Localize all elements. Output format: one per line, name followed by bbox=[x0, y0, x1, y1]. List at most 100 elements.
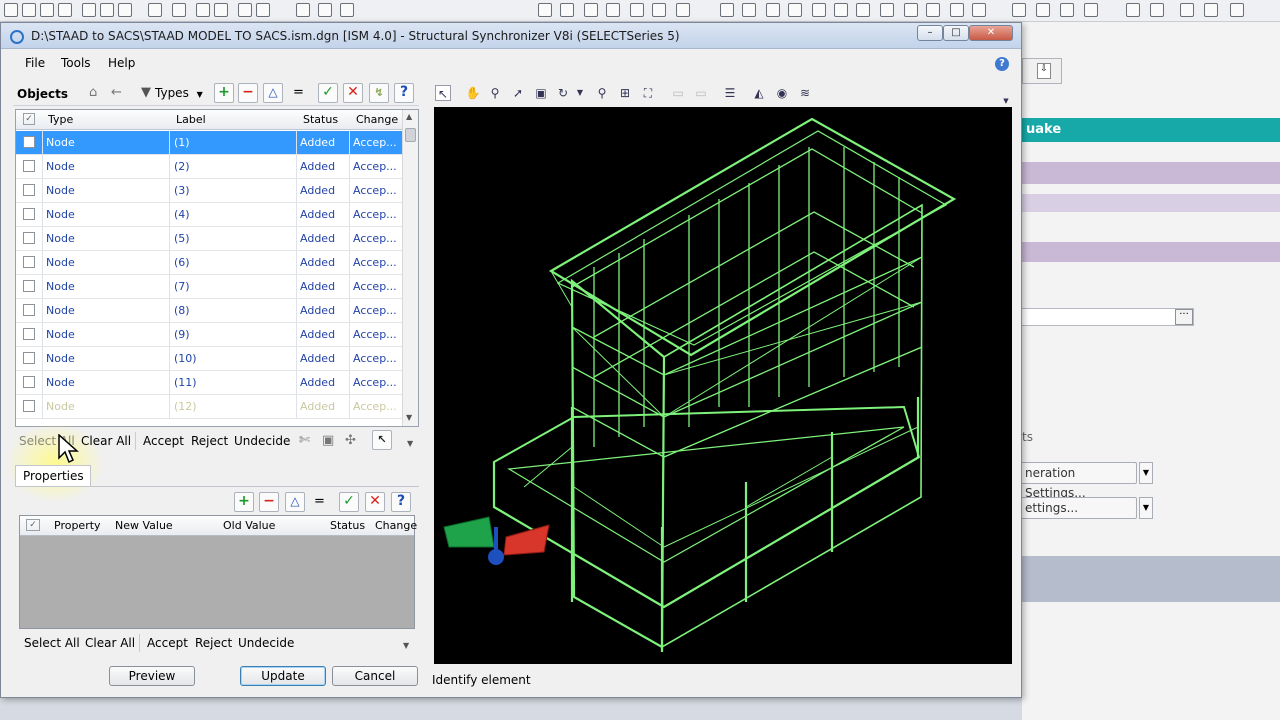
clear-all-link[interactable]: Clear All bbox=[81, 434, 131, 448]
column-old-value[interactable]: Old Value bbox=[223, 519, 275, 532]
scroll-thumb[interactable] bbox=[405, 128, 416, 142]
column-change[interactable]: Change bbox=[375, 519, 417, 532]
help-icon[interactable]: ? bbox=[995, 57, 1009, 71]
chevron-down-icon[interactable]: ▼ bbox=[1139, 462, 1153, 484]
table-row[interactable]: Node (3) Added Accep... bbox=[16, 179, 402, 203]
display-style-icon[interactable]: ☰ bbox=[722, 85, 738, 101]
beam-icon[interactable] bbox=[788, 3, 802, 17]
table-row[interactable]: Node (5) Added Accep... bbox=[16, 227, 402, 251]
accept-link[interactable]: Accept bbox=[143, 434, 184, 448]
film-icon[interactable] bbox=[652, 3, 666, 17]
chevron-down-icon[interactable]: ▼ bbox=[1139, 497, 1153, 519]
snapshot-icon[interactable] bbox=[584, 3, 598, 17]
camera-icon[interactable]: ▣ bbox=[533, 85, 549, 101]
triangle-icon[interactable]: △ bbox=[263, 83, 283, 103]
camera-icon[interactable] bbox=[606, 3, 620, 17]
close-button[interactable]: ✕ bbox=[969, 25, 1013, 41]
save-icon[interactable] bbox=[58, 3, 72, 17]
download-icon[interactable]: ⇩ bbox=[1037, 63, 1051, 79]
reject-link[interactable]: Reject bbox=[191, 434, 228, 448]
row-checkbox[interactable] bbox=[23, 136, 35, 148]
settings-button[interactable]: ettings... bbox=[1020, 497, 1137, 519]
column-status[interactable]: Status bbox=[303, 113, 338, 126]
undecide-link[interactable]: Undecide bbox=[234, 434, 290, 448]
layers-icon[interactable]: ≋ bbox=[797, 85, 813, 101]
rotate-icon[interactable]: ↻ bbox=[555, 85, 571, 101]
paste-icon[interactable] bbox=[100, 3, 114, 17]
copy-icon[interactable] bbox=[82, 3, 96, 17]
book-icon[interactable] bbox=[676, 3, 690, 17]
column-type[interactable]: Type bbox=[48, 113, 73, 126]
table-row[interactable]: Node (6) Added Accep... bbox=[16, 251, 402, 275]
background-field[interactable] bbox=[1022, 308, 1194, 326]
row-checkbox[interactable] bbox=[23, 208, 35, 220]
maximize-button[interactable]: □ bbox=[943, 25, 969, 41]
update-button[interactable]: Update bbox=[240, 666, 326, 686]
row-checkbox[interactable] bbox=[23, 400, 35, 412]
accept-link[interactable]: Accept bbox=[147, 636, 188, 650]
undecide-icon[interactable]: ↯ bbox=[369, 83, 389, 103]
cut-icon[interactable] bbox=[172, 3, 186, 17]
grid-icon[interactable] bbox=[318, 3, 332, 17]
row-checkbox[interactable] bbox=[23, 352, 35, 364]
zoom-window-icon[interactable]: ⊞ bbox=[617, 85, 633, 101]
dismiss-icon[interactable]: ✄ bbox=[299, 433, 310, 448]
column-status[interactable]: Status bbox=[330, 519, 365, 532]
table-row[interactable]: Node (11) Added Accep... bbox=[16, 371, 402, 395]
generation-settings-button[interactable]: neration Settings... bbox=[1020, 462, 1137, 500]
render-icon[interactable]: ◭ bbox=[751, 85, 767, 101]
check-icon[interactable]: ✓ bbox=[339, 492, 359, 512]
preview-button[interactable]: Preview bbox=[109, 666, 195, 686]
minus-icon[interactable]: − bbox=[238, 83, 258, 103]
fit-view-icon[interactable]: ⛶ bbox=[640, 85, 656, 101]
pick-icon[interactable]: ✣ bbox=[345, 433, 356, 448]
table-row[interactable]: Node (4) Added Accep... bbox=[16, 203, 402, 227]
load-icon[interactable] bbox=[1204, 3, 1218, 17]
measure-icon[interactable] bbox=[880, 3, 894, 17]
undo-icon[interactable] bbox=[196, 3, 210, 17]
arc-icon[interactable] bbox=[1126, 3, 1140, 17]
query-icon[interactable] bbox=[926, 3, 940, 17]
previous-view-icon[interactable]: ▭ bbox=[670, 85, 686, 101]
row-checkbox[interactable] bbox=[23, 280, 35, 292]
minimize-button[interactable]: – bbox=[917, 25, 943, 41]
chevron-down-icon[interactable]: ▼ bbox=[572, 85, 588, 101]
title-bar[interactable]: D:\STAAD to SACS\STAAD MODEL TO SACS.ism… bbox=[1, 23, 1021, 49]
row-checkbox[interactable] bbox=[23, 304, 35, 316]
undecide-link[interactable]: Undecide bbox=[238, 636, 294, 650]
equals-icon[interactable]: = bbox=[314, 494, 325, 509]
select-all-checkbox[interactable]: ✓ bbox=[23, 113, 35, 125]
flag-icon[interactable] bbox=[1180, 3, 1194, 17]
plus-icon[interactable]: + bbox=[234, 492, 254, 512]
minus-icon[interactable]: − bbox=[259, 492, 279, 512]
clipboard-icon[interactable] bbox=[118, 3, 132, 17]
scroll-up-icon[interactable]: ▲ bbox=[406, 112, 412, 121]
row-checkbox[interactable] bbox=[23, 376, 35, 388]
hammer-icon[interactable] bbox=[340, 3, 354, 17]
section-icon[interactable] bbox=[904, 3, 918, 17]
cable-icon[interactable] bbox=[1150, 3, 1164, 17]
pointer-icon[interactable]: ➚ bbox=[510, 85, 526, 101]
table-row[interactable]: Node (10) Added Accep... bbox=[16, 347, 402, 371]
vertical-scrollbar[interactable]: ▲ ▼ bbox=[402, 110, 418, 426]
types-dropdown[interactable]: Types ▼ bbox=[139, 86, 203, 100]
cross-icon[interactable]: ✕ bbox=[343, 83, 363, 103]
export-icon[interactable] bbox=[256, 3, 270, 17]
pin-icon[interactable] bbox=[1230, 3, 1244, 17]
check-icon[interactable]: ✓ bbox=[318, 83, 338, 103]
equals-icon[interactable]: = bbox=[293, 85, 304, 100]
open-icon[interactable] bbox=[22, 3, 36, 17]
row-checkbox[interactable] bbox=[23, 184, 35, 196]
next-view-icon[interactable]: ▭ bbox=[693, 85, 709, 101]
reject-link[interactable]: Reject bbox=[195, 636, 232, 650]
table-icon[interactable] bbox=[742, 3, 756, 17]
wand-icon[interactable] bbox=[950, 3, 964, 17]
zoom-to-icon[interactable]: ▣ bbox=[322, 433, 334, 448]
zoom-icon[interactable]: ⚲ bbox=[594, 85, 610, 101]
select-all-checkbox[interactable]: ✓ bbox=[26, 519, 40, 531]
triangle-icon[interactable]: △ bbox=[285, 492, 305, 512]
globe-icon[interactable]: ◉ bbox=[774, 85, 790, 101]
table-row[interactable]: Node (2) Added Accep... bbox=[16, 155, 402, 179]
select-all-link[interactable]: Select All bbox=[24, 636, 80, 650]
row-checkbox[interactable] bbox=[23, 232, 35, 244]
